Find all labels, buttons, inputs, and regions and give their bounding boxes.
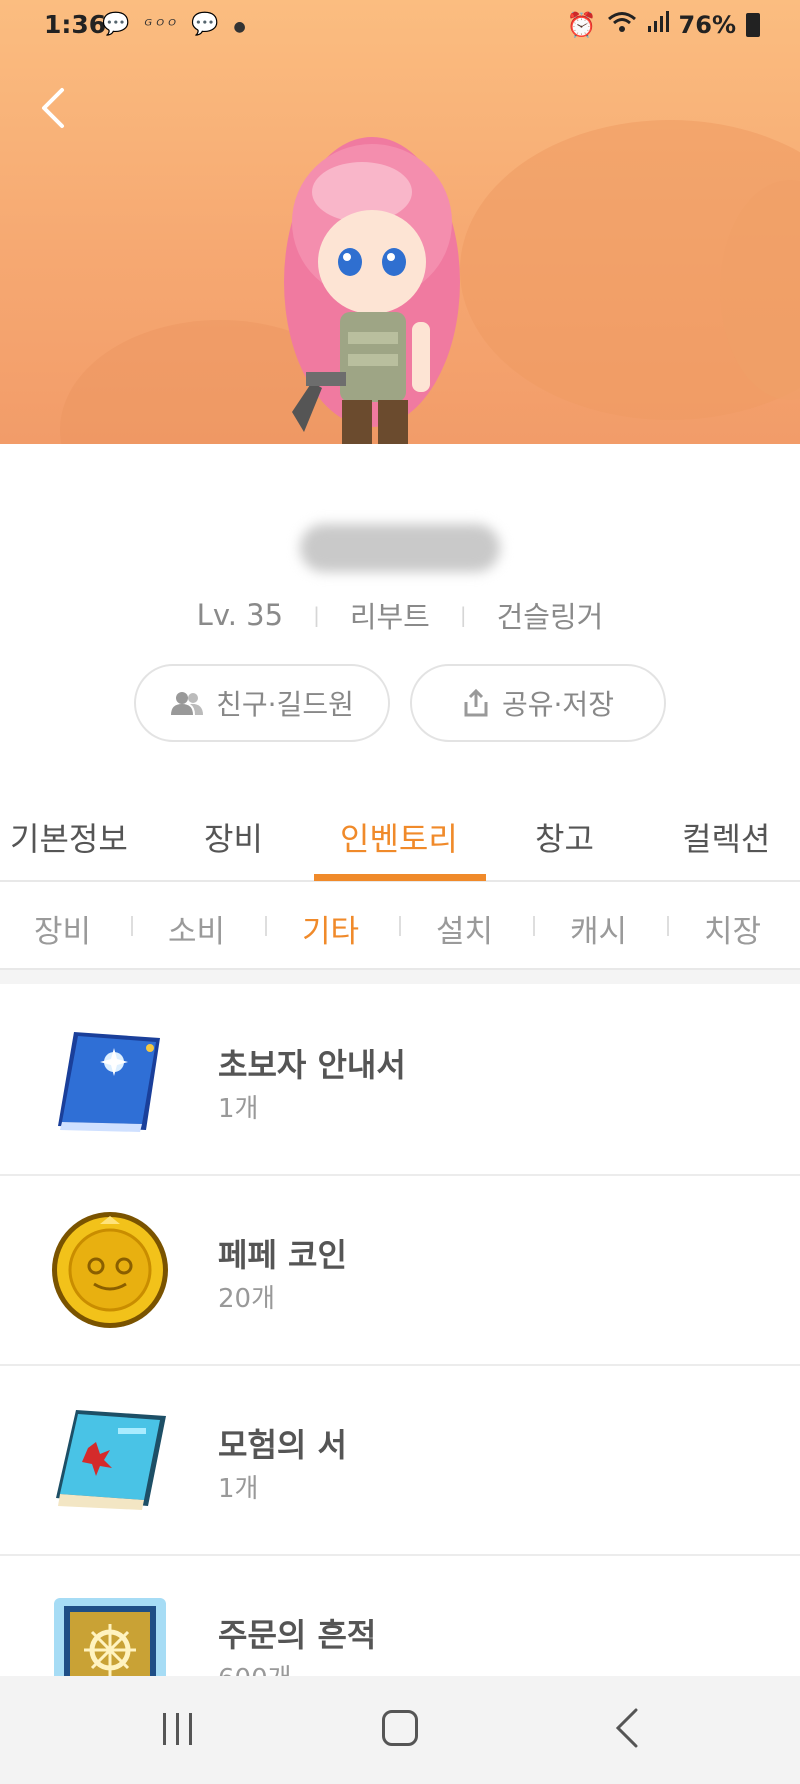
meta-divider: | [459,603,467,627]
subtab-divider [667,916,669,936]
chevron-left-icon [42,88,64,128]
system-navigation-bar [0,1676,800,1784]
battery-icon [746,13,760,37]
subtab-equip[interactable]: 장비 [34,906,91,951]
adventure-book-icon [56,1410,166,1510]
item-count: 20개 [218,1284,276,1314]
list-item[interactable]: 초보자 안내서 1개 [0,984,800,1176]
tab-storage[interactable]: 창고 [535,814,594,860]
item-count: 1개 [218,1094,259,1124]
subtab-consume[interactable]: 소비 [168,906,225,951]
profile-header: 1:36 💬 ᴳᴼᴼ 💬 ● ⏰ 76% [0,0,800,444]
character-meta: Lv. 35 | 리부트 | 건슬링거 [0,594,800,636]
subtab-divider [533,916,535,936]
character-server: 리부트 [349,600,430,634]
share-save-button[interactable]: 공유·저장 [410,664,666,742]
notification-icons: 💬 ᴳᴼᴼ 💬 ● [102,12,250,37]
gold-coin-icon [52,1212,168,1328]
dot-icon: ● [233,19,250,35]
alarm-icon: ⏰ [566,11,597,39]
wifi-icon [607,10,637,40]
subtab-install[interactable]: 설치 [436,906,493,951]
status-right: ⏰ 76% [567,10,760,40]
character-job: 건슬링거 [496,600,604,634]
nav-back-button[interactable] [612,1706,642,1750]
item-name: 모험의 서 [218,1426,347,1464]
tab-inventory[interactable]: 인벤토리 [340,814,458,860]
list-divider [0,970,800,984]
list-item[interactable]: 페페 코인 20개 [0,1174,800,1366]
nickname-blurred [300,524,500,572]
subtab-cash[interactable]: 캐시 [570,906,627,951]
subtab-divider [265,916,267,936]
subtab-etc[interactable]: 기타 [302,906,359,951]
main-tabs: 기본정보 장비 인벤토리 창고 컬렉션 [0,780,800,882]
item-name: 페페 코인 [218,1236,347,1274]
signal-icon [647,11,669,39]
share-icon [464,688,488,717]
item-count: 1개 [218,1474,259,1504]
share-save-label: 공유·저장 [502,688,614,721]
subtab-divider [131,916,133,936]
chat-bubble-icon: 💬 [102,12,134,37]
inventory-subtabs: 장비 소비 기타 설치 캐시 치장 [0,880,800,970]
recent-apps-button[interactable] [160,1710,196,1748]
friends-guild-label: 친구·길드원 [216,688,354,721]
character-level: Lv. 35 [196,598,284,632]
tab-basic-info[interactable]: 기본정보 [10,814,128,860]
goo-icon: ᴳᴼᴼ [144,16,181,35]
status-bar: 1:36 💬 ᴳᴼᴼ 💬 ● ⏰ 76% [0,0,800,56]
status-time: 1:36 [44,10,107,39]
blue-book-icon [58,1032,160,1132]
character-avatar [284,137,460,444]
battery-percent: 76% [678,11,736,39]
talk-icon: 💬 [191,12,223,37]
list-item[interactable]: 모험의 서 1개 [0,1364,800,1556]
home-button[interactable] [382,1710,418,1746]
meta-divider: | [313,603,320,627]
item-name: 주문의 흔적 [218,1616,377,1654]
subtab-cosmetic[interactable]: 치장 [704,906,761,951]
friends-guild-button[interactable]: 친구·길드원 [134,664,390,742]
item-name: 초보자 안내서 [218,1046,406,1084]
subtab-divider [399,916,401,936]
back-button[interactable] [34,84,74,132]
tab-equipment[interactable]: 장비 [204,814,263,860]
people-icon [171,692,204,715]
tab-collection[interactable]: 컬렉션 [682,814,770,860]
